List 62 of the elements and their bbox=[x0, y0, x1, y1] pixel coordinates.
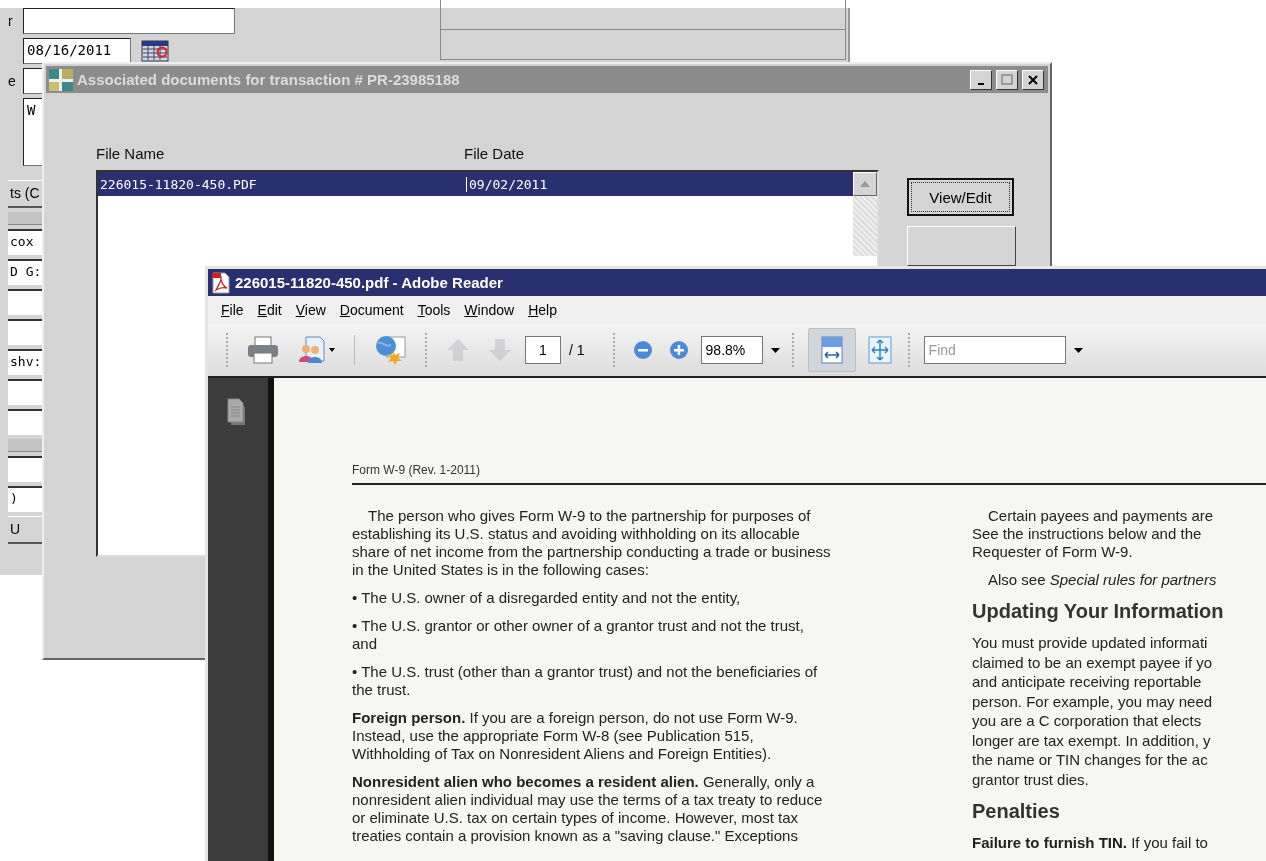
menu-item[interactable]: Window bbox=[457, 302, 522, 318]
input-field[interactable] bbox=[8, 456, 42, 482]
dialog-button[interactable] bbox=[907, 226, 1016, 266]
column-header: File Date bbox=[464, 145, 525, 164]
input-field[interactable] bbox=[23, 8, 235, 34]
input-field[interactable] bbox=[8, 379, 42, 405]
header-bar bbox=[8, 439, 42, 452]
field-label: e bbox=[8, 73, 17, 89]
caret-icon bbox=[770, 347, 780, 353]
section-heading: Penalties bbox=[972, 799, 1061, 823]
menu-item[interactable]: View bbox=[288, 302, 333, 318]
input-field[interactable]: shv: bbox=[8, 349, 42, 375]
menu-item[interactable]: Tools bbox=[410, 302, 458, 318]
menu-item[interactable]: Document bbox=[332, 302, 411, 318]
column-header: File Name bbox=[96, 145, 166, 164]
form-button[interactable]: U bbox=[8, 516, 42, 544]
input-field[interactable]: ) bbox=[8, 486, 42, 512]
menu-item[interactable]: Help bbox=[521, 302, 564, 318]
calendar-icon[interactable] bbox=[141, 40, 169, 62]
input-field[interactable]: D G: bbox=[8, 259, 42, 285]
input-field[interactable] bbox=[8, 319, 42, 345]
find-field[interactable]: Find bbox=[923, 336, 1066, 364]
input-field[interactable] bbox=[8, 409, 42, 435]
input-field[interactable] bbox=[8, 289, 42, 315]
paragraph: Certain payees and payments are See the instructions below and the Requester of Form W-9. bbox=[972, 507, 1215, 561]
pdf-icon bbox=[211, 271, 231, 294]
form-button[interactable]: ts (C bbox=[8, 180, 42, 208]
input-field[interactable]: cox bbox=[8, 229, 42, 255]
window-title: Associated documents for transaction # PR-23985188 bbox=[77, 71, 461, 88]
page-number-field[interactable]: 1 bbox=[525, 336, 561, 364]
section-heading: Updating Your Information bbox=[972, 599, 1225, 623]
app-icon bbox=[49, 68, 73, 91]
paragraph: The person who gives Form W-9 to the partnership for purposes of establishing its U.S. status and avoiding withholding on its allocable share of net income from the partnership conducting a trade or business in the United States is in the following cases: bbox=[352, 507, 832, 579]
up-arrow-icon bbox=[860, 181, 870, 187]
maximize-icon bbox=[1001, 73, 1013, 86]
maximize-button[interactable] bbox=[996, 69, 1018, 90]
paragraph: • The U.S. trust (other than a grantor trust) and not the beneficiaries of the trust. bbox=[352, 663, 819, 699]
page-count: / 1 bbox=[569, 342, 585, 358]
scroll-up-button[interactable] bbox=[853, 172, 877, 196]
paragraph: Also see Special rules for partners bbox=[987, 571, 1218, 589]
scrollbar[interactable] bbox=[853, 172, 877, 256]
menu-item[interactable]: File bbox=[214, 302, 251, 318]
form-header: Form W-9 (Rev. 1-2011) bbox=[352, 463, 482, 477]
paragraph: Nonresident alien who becomes a resident alien. Generally, only a nonresident alien individual may use the terms of a tax treaty to reduce or eliminate U.S. tax on certain types of income. However, most tax treaties contain a provision known as a "saving clause." Exceptions bbox=[352, 773, 824, 845]
paragraph: You must provide updated informati claimed to be an exempt payee if yo and anticipate receiving reportable person. For example, you may need you are a C corporation that elects longer are tax exempt. In addition, y the name or TIN changes for the ac grantor trust dies. bbox=[972, 633, 1214, 789]
fit-width-icon[interactable] bbox=[807, 328, 856, 372]
date-field[interactable]: 08/16/2011 bbox=[23, 38, 131, 64]
minimize-button[interactable] bbox=[970, 69, 992, 90]
caret-icon[interactable] bbox=[1073, 347, 1083, 353]
close-icon bbox=[1027, 73, 1039, 86]
paragraph: • The U.S. grantor or other owner of a grantor trust and not the trust, and bbox=[352, 617, 805, 653]
paragraph: Failure to furnish TIN. If you fail to bbox=[972, 833, 1209, 853]
view-edit-button[interactable]: View/Edit bbox=[907, 178, 1014, 216]
file-row[interactable]: 226015-11820-450.PDF 09/02/2011 bbox=[98, 172, 853, 196]
close-button[interactable] bbox=[1022, 69, 1044, 90]
header-bar bbox=[8, 212, 42, 225]
minimize-icon bbox=[978, 82, 984, 85]
window-title: 226015-11820-450.pdf - Adobe Reader bbox=[235, 274, 504, 291]
paragraph: • The U.S. owner of a disregarded entity and not the entity, bbox=[352, 589, 742, 607]
paragraph: Foreign person. If you are a foreign person, do not use Form W-9. Instead, use the appropriate Form W-8 (see Publication 515, Withholding of Tax on Nonresident Aliens and Foreign Entities). bbox=[352, 709, 799, 763]
menu-item[interactable]: Edit bbox=[250, 302, 289, 318]
field-label: r bbox=[8, 13, 14, 29]
